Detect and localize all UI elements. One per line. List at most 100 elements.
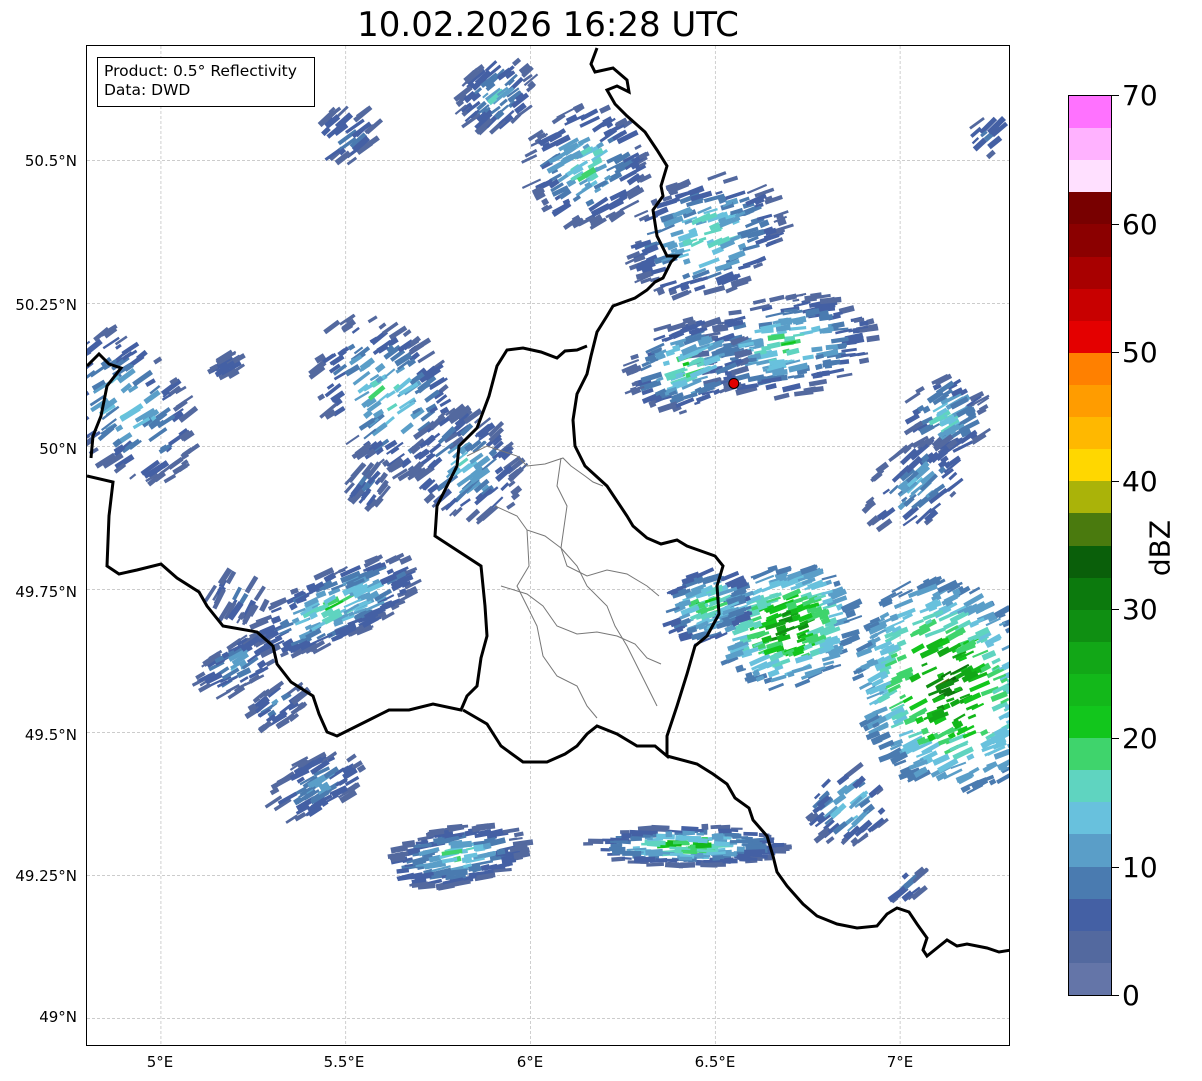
echo-cell [902,504,920,521]
echo-cell [551,201,572,218]
colorbar-segment [1069,480,1111,514]
echo-cell [982,761,998,774]
reflectivity-echoes [87,57,1009,904]
echo-cell [739,857,751,862]
colorbar-segment [1069,95,1111,129]
echo-cell [761,635,773,644]
echo-cell [967,713,977,720]
echo-cell [622,850,642,856]
echo-cell [148,427,168,443]
echo-cell [444,497,458,511]
echo-cell [145,378,156,388]
echo-cell [671,329,685,340]
echo-cell [499,98,508,107]
echo-cell [269,597,288,609]
echo-cell [270,615,282,625]
echo-cell [742,843,751,846]
colorbar-tick-mark [1112,95,1119,96]
echo-cell [423,492,436,504]
echo-cell [630,353,639,361]
colorbar-segment [1069,416,1111,450]
echo-cell [386,402,398,412]
echo-cell [400,422,414,435]
colorbar-tick-mark [1112,609,1119,610]
echo-cell [696,832,704,836]
echo-cell [838,359,850,365]
colorbar-segment [1069,448,1111,482]
echo-cell [771,842,785,848]
echo-cell [769,294,785,303]
echo-cell [808,378,828,387]
echo-cell [707,171,727,181]
echo-cell [345,434,360,446]
gridlines [87,46,1009,1045]
echo-cell [767,333,785,341]
radar-site-dot[interactable] [728,377,740,389]
colorbar-segment [1069,737,1111,771]
echo-cell [87,390,90,403]
echo-cell [811,346,823,353]
colorbar-segment [1069,384,1111,418]
echo-cell [893,598,914,610]
lon-label: 5°E [146,1053,174,1071]
echo-cell [787,375,795,379]
echo-cell [577,136,591,146]
echo-cell [782,382,801,393]
lat-label: 50.5°N [24,152,77,170]
echo-cell [882,488,891,495]
colorbar-segment [1069,801,1111,835]
echo-cell [678,856,693,861]
echo-cell [346,753,357,763]
colorbar-tick-label: 10 [1122,851,1158,884]
echo-cell [288,602,298,611]
lat-label: 49°N [39,1008,77,1026]
echo-cell [969,117,985,130]
echo-cell [551,113,566,125]
echo-cell [802,354,814,361]
echo-cell [949,490,957,498]
echo-cell [702,862,723,868]
echo-cell [765,311,785,318]
echo-cell [367,315,378,324]
echo-cell [600,848,611,852]
colorbar-title: dBZ [1143,519,1177,577]
echo-cell [850,837,859,846]
echo-cell [678,409,688,415]
lat-label: 50.25°N [15,296,77,314]
colorbar-segment [1069,512,1111,546]
echo-cell [87,340,91,347]
echo-cell [634,144,642,150]
echo-cell [259,598,270,613]
echo-cell [232,586,242,601]
echo-cell [87,416,90,429]
echo-cell [825,836,835,845]
colorbar-segment [1069,898,1111,931]
echo-cell [541,197,550,206]
echo-cell [849,351,866,358]
echo-cell [968,586,981,595]
colorbar-segment [1069,769,1111,803]
radar-map[interactable] [86,45,1010,1046]
echo-cell [921,666,938,676]
echo-cell [752,298,767,305]
echo-cell [682,272,691,280]
echo-cell [355,106,371,120]
echo-cell [912,618,924,626]
echo-cell [821,778,832,789]
colorbar-segment [1069,673,1111,707]
echo-cell [599,104,612,114]
echo-cell [583,841,594,846]
echo-cell [833,580,841,587]
echo-cell [672,344,681,353]
echo-cell [244,575,259,594]
echo-cell [793,301,809,308]
echo-cell [374,362,386,373]
echo-cell [541,204,550,213]
echo-cell [966,753,975,761]
luxembourg-district-lines [466,445,662,719]
echo-cell [821,574,837,581]
echo-cell [317,393,326,401]
echo-cell [508,837,518,841]
echo-cell [736,846,745,852]
echo-cell [788,325,807,331]
